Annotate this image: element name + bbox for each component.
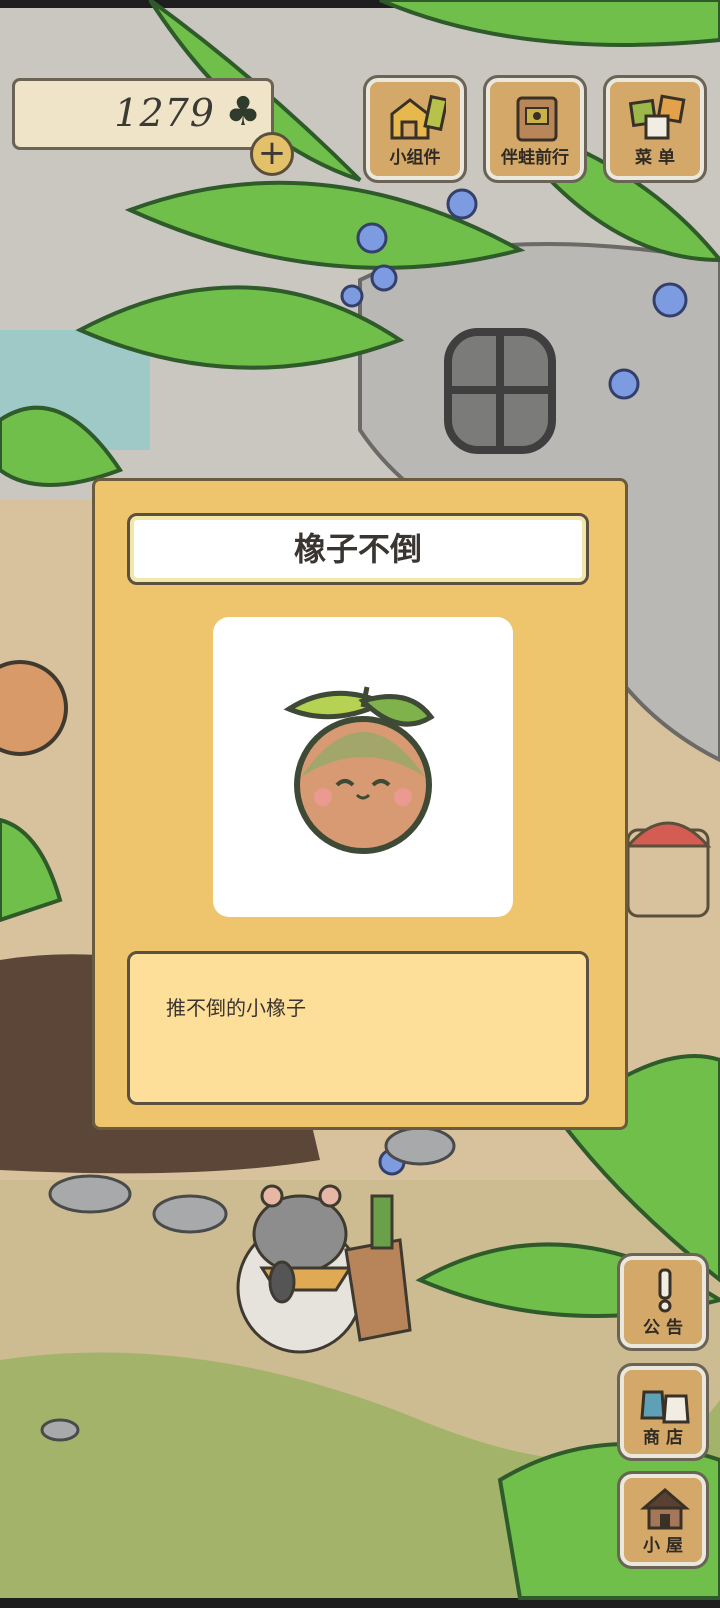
item-title-box: 橡子不倒 xyxy=(127,513,589,585)
menu-label: 菜 单 xyxy=(635,148,675,168)
house-label: 小 屋 xyxy=(643,1536,683,1556)
menu-cards-icon xyxy=(628,94,686,140)
widget-icon xyxy=(390,94,446,140)
shop-bags-icon xyxy=(640,1390,690,1424)
item-detail-dialog: 橡子不倒 推不倒的小橡子 xyxy=(92,478,628,1130)
menu-button[interactable]: 菜 单 xyxy=(603,75,707,183)
frog-journey-label: 伴蛙前行 xyxy=(501,148,569,168)
house-button[interactable]: 小 屋 xyxy=(617,1471,709,1569)
clover-counter: 1279 ♣ xyxy=(12,78,274,150)
widget-label: 小组件 xyxy=(389,148,441,168)
house-icon xyxy=(640,1488,690,1530)
shop-button[interactable]: 商 店 xyxy=(617,1363,709,1461)
acorn-tumbler-icon xyxy=(283,686,435,854)
item-image-frame xyxy=(213,617,513,917)
item-title: 橡子不倒 xyxy=(293,530,422,568)
add-clover-button[interactable]: + xyxy=(250,132,294,176)
notice-label: 公 告 xyxy=(643,1318,683,1338)
notice-button[interactable]: 公 告 xyxy=(617,1253,709,1351)
clover-icon: ♣ xyxy=(225,89,261,135)
item-description-box: 推不倒的小橡子 xyxy=(127,951,589,1105)
frog-album-icon xyxy=(516,96,558,142)
clover-amount: 1279 xyxy=(114,91,215,135)
frog-journey-button[interactable]: 伴蛙前行 xyxy=(483,75,587,183)
widget-button[interactable]: 小组件 xyxy=(363,75,467,183)
item-description: 推不倒的小橡子 xyxy=(166,996,306,1020)
shop-label: 商 店 xyxy=(643,1428,683,1448)
exclamation-icon xyxy=(658,1268,672,1313)
